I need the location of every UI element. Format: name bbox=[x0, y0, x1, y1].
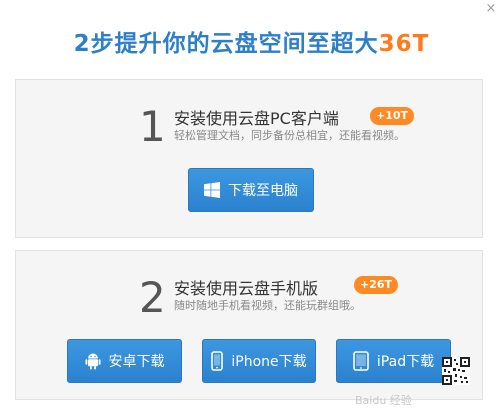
step1-desc: 轻松管理文档，同步备份总相宜，还能看视频。 bbox=[174, 129, 405, 142]
download-android-label: 安卓下载 bbox=[108, 354, 165, 370]
qr-code-icon bbox=[442, 357, 470, 385]
step2-panel: 2 安装使用云盘手机版 +26T 随时随地手机看视频，还能玩群组哦。 安卓下载 bbox=[15, 250, 483, 400]
step2-desc: 随时随地手机看视频，还能玩群组哦。 bbox=[174, 299, 361, 312]
download-ipad-label: iPad下载 bbox=[376, 354, 435, 370]
download-ipad-button[interactable]: iPad下载 bbox=[336, 339, 451, 383]
iphone-icon bbox=[211, 351, 224, 371]
step2-number: 2 bbox=[139, 273, 166, 322]
android-icon bbox=[85, 352, 101, 370]
dialog-title: 2步提升你的云盘空间至超大36T bbox=[0, 24, 503, 58]
download-iphone-button[interactable]: iPhone下载 bbox=[202, 339, 316, 383]
download-pc-button[interactable]: 下载至电脑 bbox=[188, 168, 314, 212]
title-highlight: 36T bbox=[378, 31, 430, 57]
step2-title: 安装使用云盘手机版 bbox=[174, 279, 319, 298]
step1-title: 安装使用云盘PC客户端 bbox=[174, 109, 339, 128]
ipad-icon bbox=[353, 351, 369, 371]
download-pc-label: 下载至电脑 bbox=[228, 183, 298, 199]
step2-badge: +26T bbox=[354, 276, 399, 294]
download-android-button[interactable]: 安卓下载 bbox=[67, 339, 182, 383]
step1-badge: +10T bbox=[370, 107, 415, 125]
windows-icon bbox=[204, 182, 220, 198]
close-button[interactable]: × bbox=[485, 2, 497, 15]
watermark: Baidu 经验 bbox=[355, 394, 412, 407]
download-iphone-label: iPhone下载 bbox=[231, 354, 307, 370]
title-main: 2步提升你的云盘空间至超大 bbox=[73, 31, 379, 57]
step1-number: 1 bbox=[139, 102, 166, 151]
step1-panel: 1 安装使用云盘PC客户端 +10T 轻松管理文档，同步备份总相宜，还能看视频。… bbox=[15, 79, 483, 238]
